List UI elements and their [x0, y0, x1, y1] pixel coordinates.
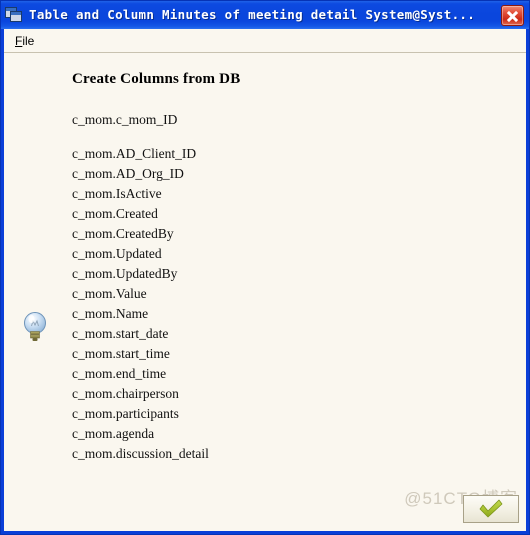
lightbulb-icon — [24, 312, 46, 341]
list-item: c_mom.UpdatedBy — [72, 266, 178, 281]
close-icon[interactable] — [501, 4, 524, 26]
menu-item-file-label: ile — [22, 33, 35, 48]
list-item: c_mom.discussion_detail — [72, 446, 209, 461]
list-item: c_mom.IsActive — [72, 186, 162, 201]
window-title: Table and Column Minutes of meeting deta… — [29, 7, 476, 22]
list-item: c_mom.start_date — [72, 326, 169, 341]
application-window: Table and Column Minutes of meeting deta… — [0, 0, 530, 535]
menu-item-file[interactable]: File — [12, 32, 41, 50]
columns-panel: Create Columns from DB c_mom.c_mom_ID c_m… — [72, 71, 520, 531]
mdi-windows-icon — [5, 7, 23, 23]
green-check-icon — [479, 499, 503, 518]
list-item: c_mom.AD_Client_ID — [72, 146, 197, 161]
client-area: File Create Columns from DB c_mom.c_mom_… — [4, 29, 526, 531]
list-item: c_mom.Updated — [72, 246, 162, 261]
list-item: c_mom.c_mom_ID — [72, 112, 178, 127]
list-item: c_mom.start_time — [72, 346, 170, 361]
menu-bar: File — [4, 29, 526, 53]
list-item: c_mom.Created — [72, 206, 158, 221]
column-list: c_mom.c_mom_ID c_mom.AD_Client_ID c_mom.AD… — [72, 110, 520, 464]
list-item: c_mom.Value — [72, 286, 147, 301]
content-area: Create Columns from DB c_mom.c_mom_ID c_m… — [4, 53, 526, 531]
list-item: c_mom.participants — [72, 406, 179, 421]
title-bar[interactable]: Table and Column Minutes of meeting deta… — [1, 1, 529, 29]
list-item: c_mom.CreatedBy — [72, 226, 174, 241]
page-title: Create Columns from DB — [72, 71, 241, 87]
list-item: c_mom.Name — [72, 306, 149, 321]
ok-button[interactable] — [463, 495, 519, 523]
list-item: c_mom.chairperson — [72, 386, 179, 401]
list-item: c_mom.end_time — [72, 366, 167, 381]
list-item: c_mom.AD_Org_ID — [72, 166, 184, 181]
list-item: c_mom.agenda — [72, 426, 155, 441]
